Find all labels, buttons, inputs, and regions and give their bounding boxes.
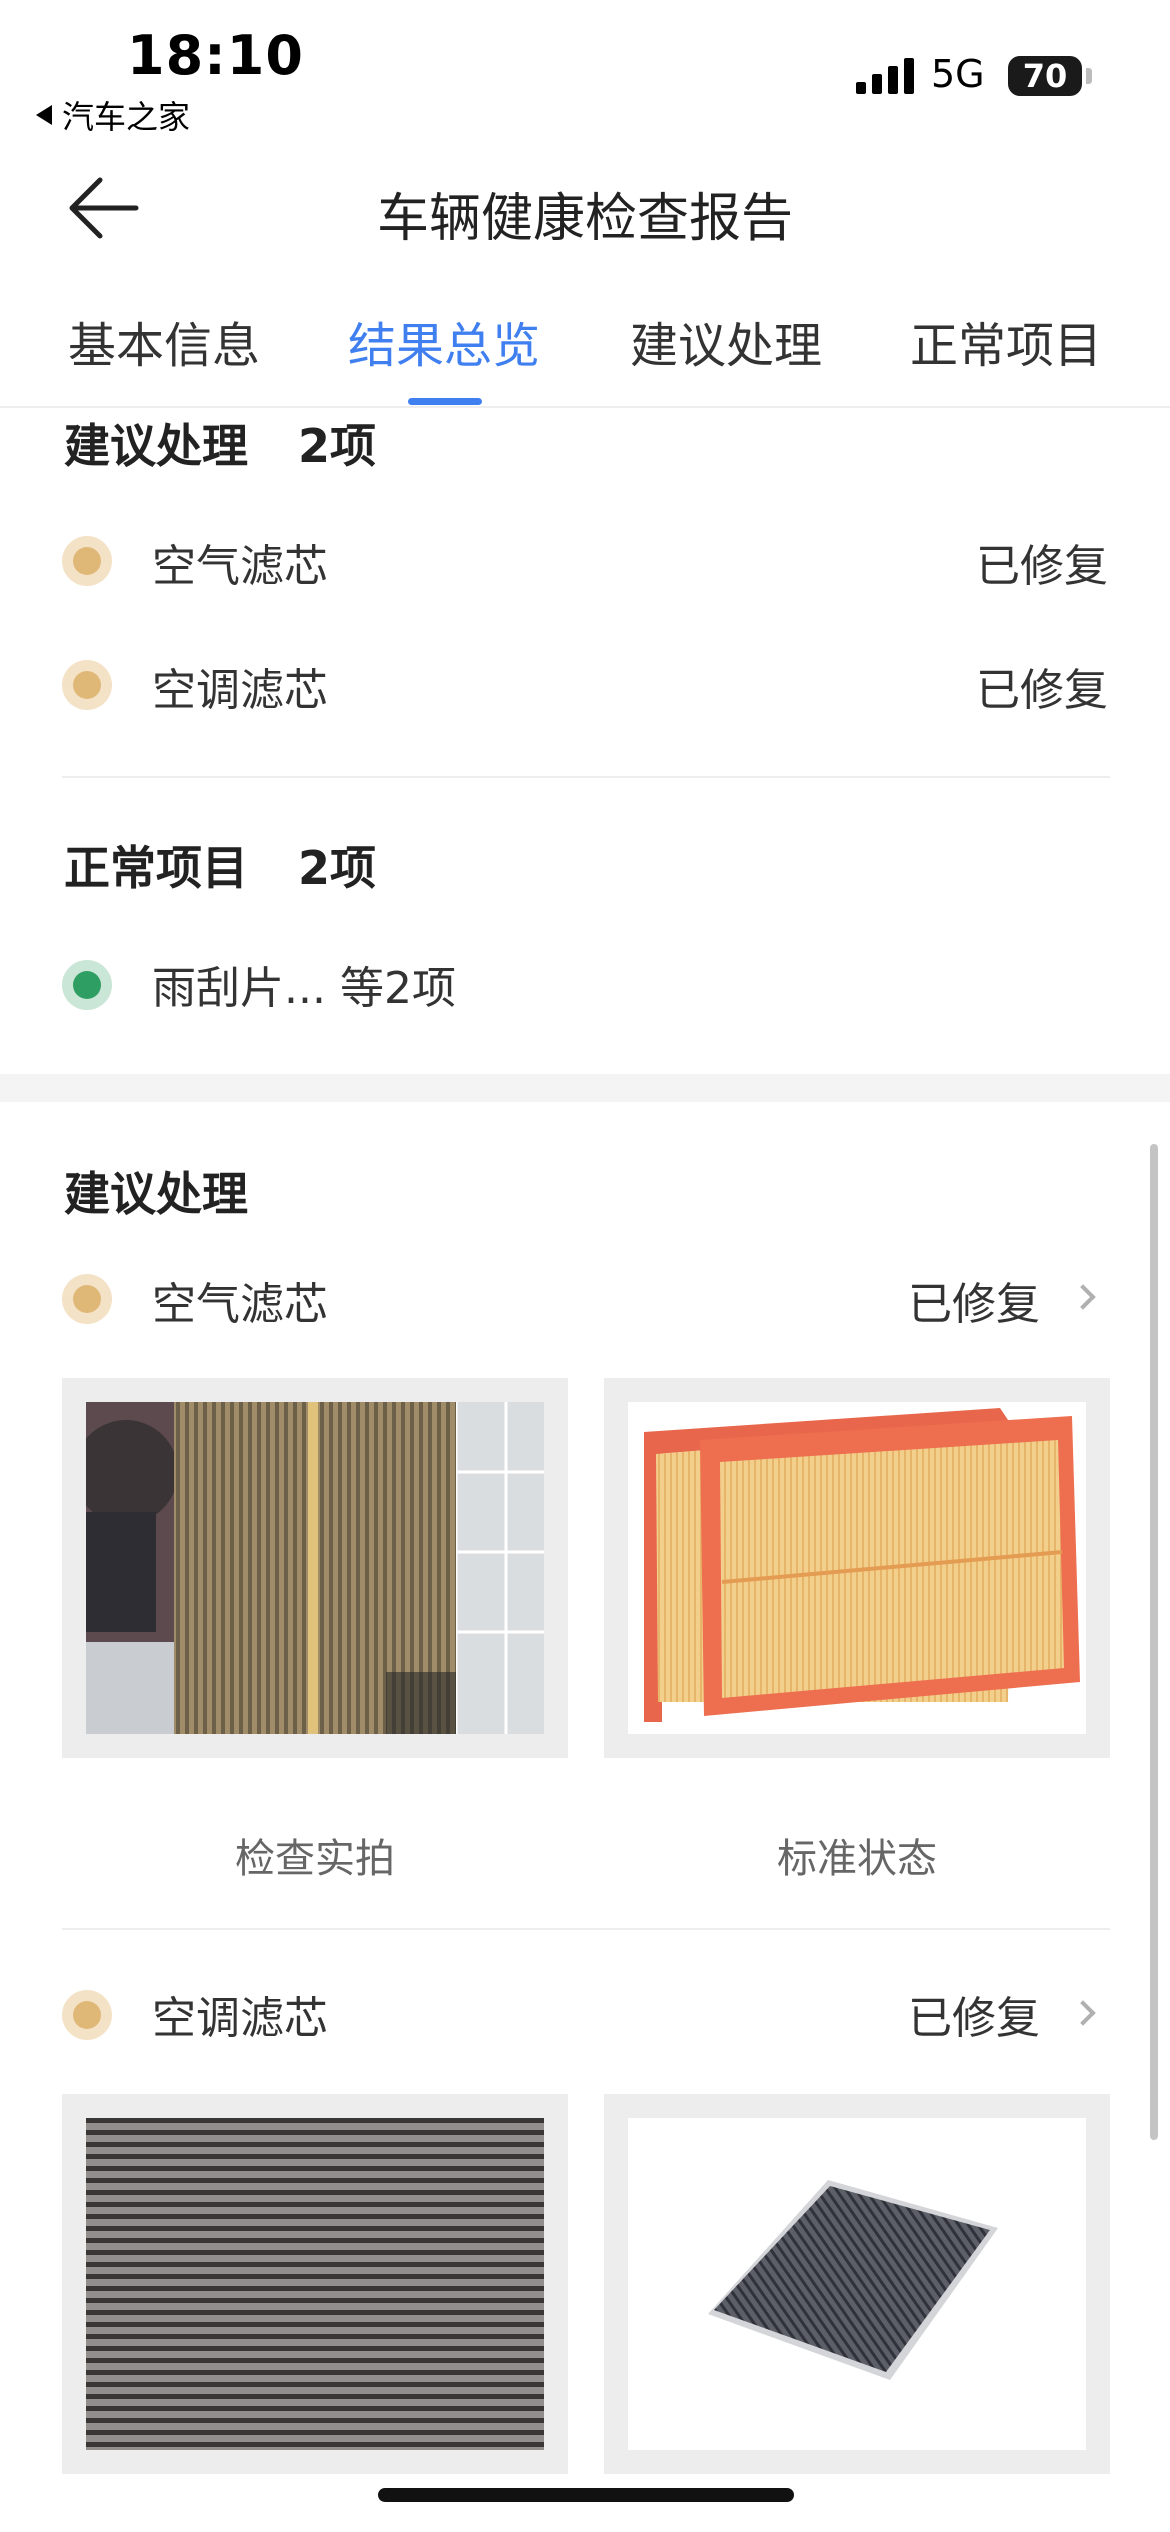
dirty-air-filter-image	[86, 1402, 544, 1734]
warning-dot-icon	[62, 536, 112, 586]
back-triangle-icon	[36, 105, 52, 125]
standard-photo-caption: 标准状态	[777, 1836, 937, 1882]
summary-normal-item[interactable]: 雨刮片... 等2项	[152, 952, 456, 1016]
tab-bar: 基本信息 结果总览 建议处理 正常项目	[0, 300, 1170, 408]
new-air-filter-image	[628, 1402, 1086, 1734]
status-bar: 18:10 汽车之家 5G 70	[0, 0, 1170, 140]
network-label: 5G	[931, 52, 985, 96]
inspection-photo[interactable]	[62, 1378, 568, 1758]
chevron-right-icon	[1070, 2000, 1096, 2026]
detail-heading: 建议处理	[64, 1167, 248, 1221]
tab-result-overview[interactable]: 结果总览	[348, 306, 540, 376]
summary-suggest-heading: 建议处理 2项	[64, 410, 376, 476]
tab-normal-items[interactable]: 正常项目	[910, 306, 1102, 376]
tab-suggested-actions[interactable]: 建议处理	[630, 306, 822, 376]
divider	[62, 776, 1110, 778]
detail-item-name: 空调滤芯	[152, 1993, 328, 2044]
tab-basic-info[interactable]: 基本信息	[68, 306, 260, 376]
standard-photo[interactable]	[604, 1378, 1110, 1758]
battery-tip	[1086, 68, 1092, 84]
page-title: 车辆健康检查报告	[376, 189, 793, 249]
summary-normal-heading: 正常项目 2项	[64, 832, 376, 898]
battery-level: 70	[1022, 57, 1068, 95]
scrollbar[interactable]	[1150, 1144, 1158, 2140]
inspection-photo[interactable]	[62, 2094, 568, 2474]
summary-normal-title: 正常项目	[64, 841, 248, 895]
summary-item-name: 空调滤芯	[152, 665, 328, 716]
warning-dot-icon	[62, 660, 112, 710]
standard-photo[interactable]	[604, 2094, 1110, 2474]
summary-suggest-title: 建议处理	[64, 419, 248, 473]
summary-item-name: 空气滤芯	[152, 541, 328, 592]
detail-item-status: 已修复	[908, 1993, 1040, 2044]
signal-icon	[856, 58, 914, 94]
back-app-label: 汽车之家	[62, 98, 191, 136]
home-indicator[interactable]	[378, 2488, 794, 2502]
dirty-cabin-filter-image	[86, 2118, 544, 2450]
new-cabin-filter-image	[628, 2118, 1086, 2450]
summary-item-status: 已修复	[976, 541, 1108, 592]
battery-icon: 70	[1008, 56, 1082, 96]
divider	[62, 1928, 1110, 1930]
warning-dot-icon	[62, 1274, 112, 1324]
detail-item-name: 空气滤芯	[152, 1279, 328, 1330]
summary-suggest-count: 2项	[298, 419, 377, 473]
summary-normal-count: 2项	[298, 841, 377, 895]
warning-dot-icon	[62, 1990, 112, 2040]
chevron-right-icon	[1070, 1284, 1096, 1310]
summary-item-status: 已修复	[976, 665, 1108, 716]
ok-dot-icon	[62, 960, 112, 1010]
detail-item-status: 已修复	[908, 1279, 1040, 1330]
active-tab-indicator	[408, 398, 482, 405]
inspection-photo-caption: 检查实拍	[235, 1836, 395, 1882]
back-to-app-link[interactable]: 汽车之家	[36, 92, 190, 138]
status-time: 18:10	[127, 24, 304, 87]
section-separator	[0, 1074, 1170, 1102]
